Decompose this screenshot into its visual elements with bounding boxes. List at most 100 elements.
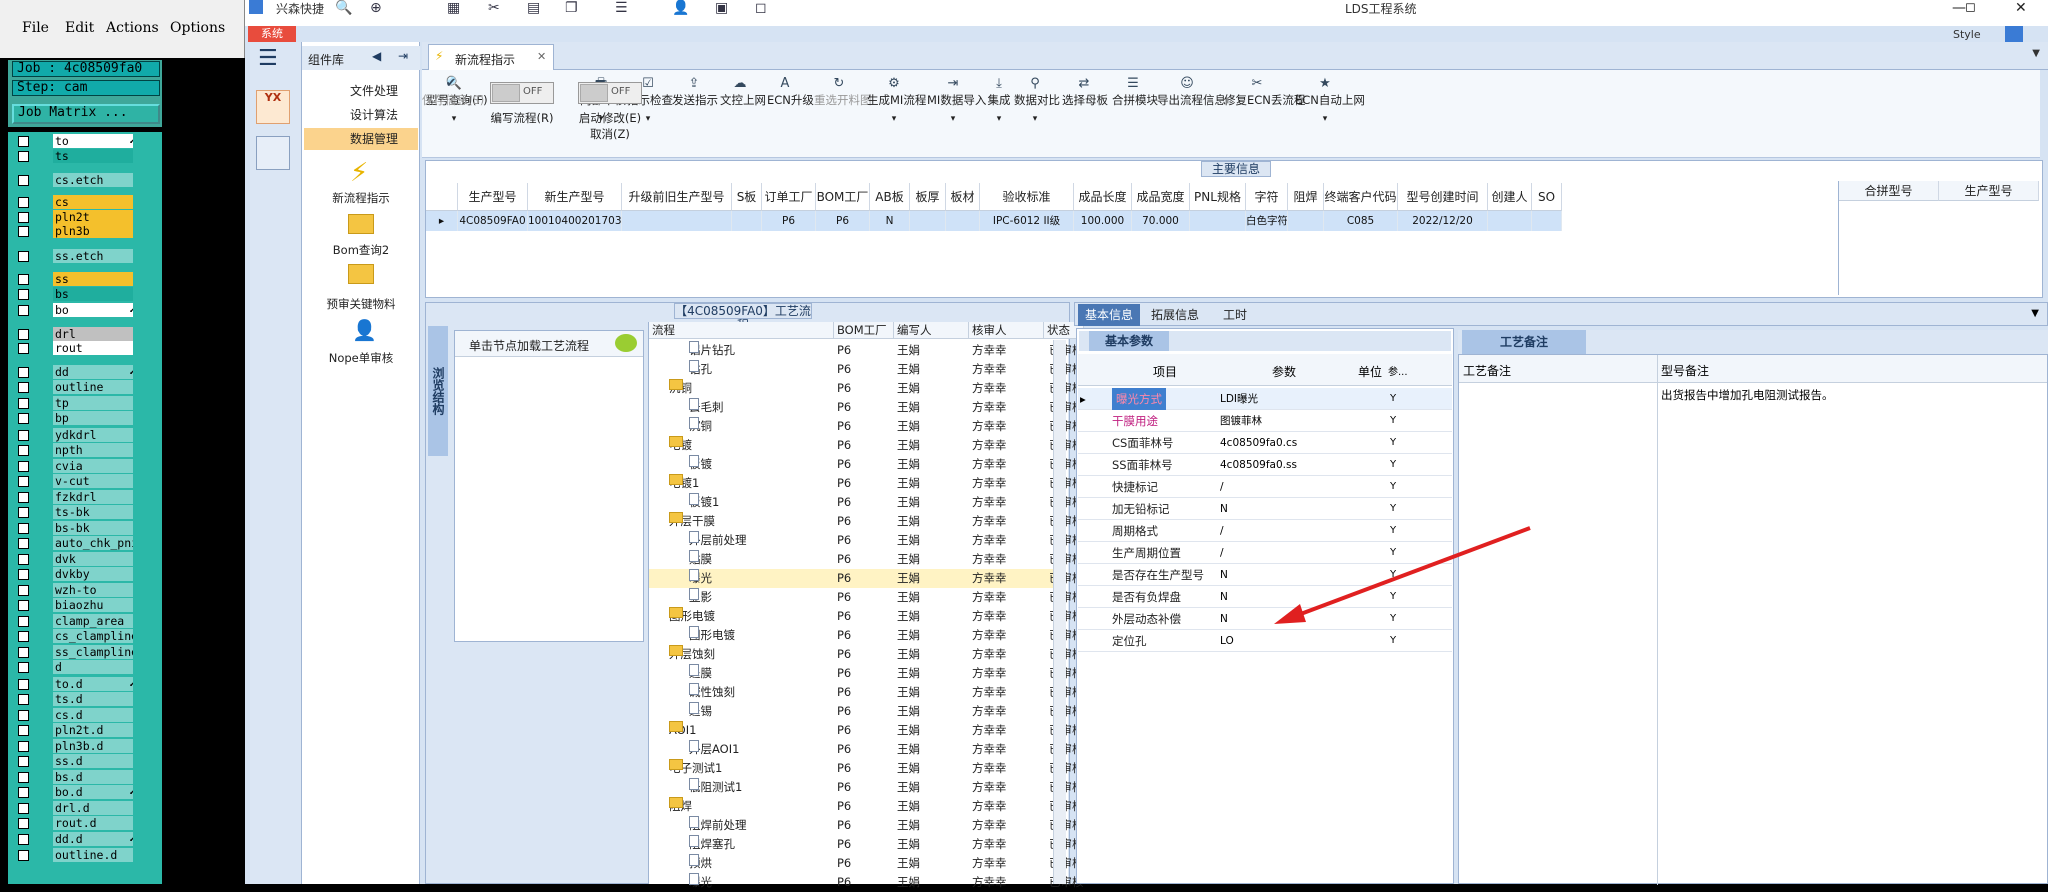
main-cell[interactable]: 100.000 [1074,211,1132,231]
layer-row[interactable]: pln2t.d [12,723,141,737]
main-cell[interactable]: P6 [816,211,870,231]
flow-row[interactable]: −阻焊P6王娟方幸幸已审核 [649,797,1084,816]
flow-row[interactable]: 阻焊塞孔 P6 王娟 方幸幸 已审核 [649,835,1084,854]
flow-node[interactable]: −沉铜 [669,379,692,398]
pin-icon[interactable]: ⇥ [398,49,408,63]
layer-row[interactable]: cs [12,195,141,209]
layer-checkbox[interactable] [18,507,29,518]
param-row[interactable]: SS面菲林号 4c08509fa0.ss Y [1078,454,1452,476]
big-item-new-flow[interactable]: 新流程指示 [302,190,420,206]
main-col-header[interactable]: 成品长度 [1074,183,1132,211]
layer-row[interactable]: ss [12,272,141,286]
ribbon-btn-13[interactable]: ⚲ 数据对比 ▾ [1014,76,1060,124]
ribbon-btn-11[interactable]: ⇥ MI数据导入 ▾ [927,76,986,124]
yx-logo-icon[interactable]: YX [256,90,290,124]
layer-row[interactable]: ydkdrl [12,428,141,442]
layer-checkbox[interactable] [18,476,29,487]
flow-node[interactable]: −电子测试1 [669,759,722,778]
layer-row[interactable]: v-cut [12,474,141,488]
layer-name[interactable]: ss_clampline [53,645,141,659]
layer-checkbox[interactable] [18,251,29,262]
layer-name[interactable]: pln2t [53,210,141,224]
ribbon-btn-18[interactable]: ★ ECN自动上网 ▾ [1295,76,1365,124]
flow-node[interactable]: 曝光 [689,569,712,588]
chevron-left-icon[interactable]: ◀ [372,49,381,63]
layer-checkbox[interactable] [18,151,29,162]
layer-name[interactable]: ts.d [53,692,141,706]
layer-checkbox[interactable] [18,585,29,596]
flow-node[interactable]: 曝光 [689,873,712,892]
flow-row[interactable]: 退锡 P6 王娟 方幸幸 已审核 [649,702,1084,721]
main-cell[interactable] [1532,211,1562,231]
layer-name[interactable]: dd⬋ [53,365,141,379]
flow-col-header[interactable]: 流程 [649,322,834,339]
layer-name[interactable]: to.d⬋ [53,677,141,691]
flow-node[interactable]: 低阻测试1 [689,778,742,797]
flow-node[interactable]: 显影 [689,588,712,607]
layer-checkbox[interactable] [18,492,29,503]
layer-row[interactable]: ts [12,149,141,163]
layer-row[interactable]: to.d⬋ [12,677,141,691]
flow-row[interactable]: 贴膜 P6 王娟 方幸幸 已审核 [649,550,1084,569]
layer-name[interactable]: ss [53,272,141,286]
flow-node[interactable]: 阻焊前处理 [689,816,747,835]
flow-node[interactable]: −阻焊 [669,797,692,816]
main-cell[interactable] [622,211,732,231]
main-col-header[interactable]: 型号创建时间 [1398,183,1488,211]
cancel-button[interactable]: 取消(Z) [570,126,650,142]
layer-row[interactable]: ts-bk [12,505,141,519]
flow-row[interactable]: 退膜 P6 王娟 方幸幸 已审核 [649,664,1084,683]
ribbon-btn-3[interactable]: ✔ 保存信息(S) [422,76,484,108]
layer-row[interactable]: cvia [12,459,141,473]
flow-node[interactable]: 预烘 [689,854,712,873]
menu-file[interactable]: File [22,20,49,36]
list-icon[interactable]: ☰ [615,0,628,16]
layer-name[interactable]: drl [53,327,141,341]
layer-checkbox[interactable] [18,554,29,565]
main-cell[interactable]: 70.000 [1132,211,1190,231]
flow-node[interactable]: −电镀 [669,436,692,455]
layer-row[interactable]: to⬋ [12,134,141,148]
flow-row[interactable]: 板镀 P6 王娟 方幸幸 已审核 [649,455,1084,474]
flow-node[interactable]: 板镀 [689,455,712,474]
layer-row[interactable]: pln3b.d [12,739,141,753]
main-col-header[interactable]: 生产型号 [458,183,528,211]
flow-node[interactable]: 板镀1 [689,493,719,512]
layer-checkbox[interactable] [18,756,29,767]
comp-item-data[interactable]: 数据管理 [304,128,418,150]
layer-checkbox[interactable] [18,834,29,845]
layer-name[interactable]: dvk [53,552,141,566]
layer-checkbox[interactable] [18,398,29,409]
layer-name[interactable]: d [53,660,141,674]
main-col-header[interactable]: 字符 [1246,183,1288,211]
layer-checkbox[interactable] [18,741,29,752]
main-cell[interactable] [946,211,980,231]
main-col-header[interactable]: 成品宽度 [1132,183,1190,211]
param-row[interactable]: 定位孔 LO Y [1078,630,1452,652]
layer-name[interactable]: ss.etch [53,249,141,263]
layer-name[interactable]: bp [53,411,141,425]
search-icon[interactable]: 🔍 [335,0,352,16]
ribbon-btn-12[interactable]: ⤓ 集成 ▾ [986,76,1012,124]
flow-row[interactable]: 钻孔 P6 王娟 方幸幸 已审核 [649,360,1084,379]
flow-node[interactable]: 外层AOI1 [689,740,739,759]
layer-name[interactable]: bs-bk [53,521,141,535]
maximize-icon[interactable]: ◻ [1965,0,1976,15]
layer-name[interactable]: fzkdrl [53,490,141,504]
ribbon-btn-14[interactable]: ⇄ 选择母板 [1062,76,1108,108]
layer-checkbox[interactable] [18,710,29,721]
flow-row[interactable]: −电子测试1P6王娟方幸幸已审核 [649,759,1084,778]
layer-row[interactable]: clamp_area [12,614,141,628]
layer-name[interactable]: ts-bk [53,505,141,519]
main-cell[interactable] [1488,211,1532,231]
main-col-header[interactable]: 终端客户代码 [1324,183,1398,211]
toggle-switch[interactable]: OFF [490,82,554,104]
graphic-area[interactable] [162,58,245,884]
dropdown-icon[interactable]: ▾ [1014,114,1056,124]
layer-name[interactable]: pln3b [53,224,141,238]
main-col-header[interactable]: PNL规格 [1190,183,1246,211]
layer-name[interactable]: ts [53,149,141,163]
flow-row[interactable]: −AOI1P6王娟方幸幸已审核 [649,721,1084,740]
param-row[interactable]: ▸ 曝光方式 LDI曝光 Y [1078,388,1452,410]
layer-checkbox[interactable] [18,803,29,814]
